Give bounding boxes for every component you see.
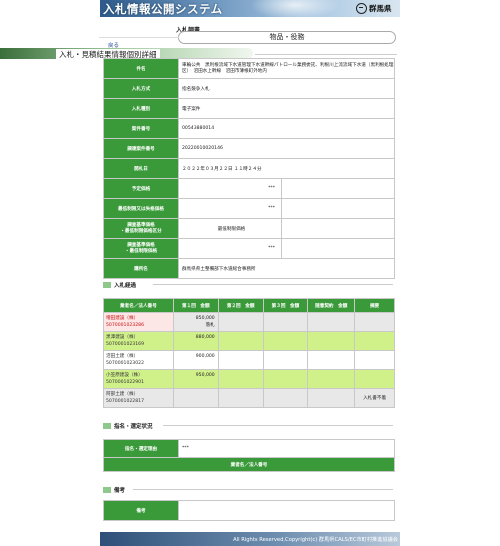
column-header: 第３回 金額 [262, 298, 309, 313]
company-cell: 黒澤建設（株） 5070001023169 [103, 331, 174, 351]
detail-label: 調達案件番号 [103, 138, 179, 159]
table-row: 沼田土建（株） 5070001023022 900,000 [103, 350, 395, 370]
reason-value: *** [178, 439, 395, 458]
remarks-value [178, 500, 395, 521]
company-cell: 沼田土建（株） 5070001023022 [103, 350, 174, 370]
column-header: 随意契約 金額 [307, 298, 356, 313]
remarks-section-heading: 備考 [103, 486, 395, 494]
note-cell: 入札書不着 [354, 388, 395, 408]
column-header: 業者名／法人番号 [103, 298, 174, 313]
detail-label: 調査基準価格 ・最低制限価格 [103, 238, 179, 259]
nomination-table: 指名・選定理由 *** 業者名／法人番号 [103, 439, 395, 472]
prefecture-emblem-icon [356, 3, 367, 14]
remarks-table: 備考 [103, 500, 395, 521]
section-marker-icon [103, 423, 111, 429]
detail-value: 車輪公共 黒利根流域下水道管理下水道幹線パトロール業務委託、利根川上流流域下水道… [178, 58, 395, 79]
detail-label: 件名 [103, 58, 179, 79]
column-header: 第２回 金額 [217, 298, 264, 313]
amount-cell: 880,000 [172, 331, 219, 351]
detail-value: 指名競争入札 [178, 78, 395, 99]
amount-cell [172, 388, 219, 408]
bid-section-heading: 入札経過 [103, 281, 395, 289]
detail-value: ２０２２年０３月２２日 １１時２４分 [178, 158, 395, 179]
detail-label: 購所名 [103, 258, 179, 279]
company-cell: 阿部土建（株） 5070001022817 [103, 388, 174, 408]
prefecture-logo: 群馬県 [356, 2, 400, 15]
reason-label: 指名・選定理由 [103, 439, 179, 458]
detail-label: 最低制限又は失格価格 [103, 198, 179, 219]
detail-label: 案件番号 [103, 118, 179, 139]
company-cell: 増田建設（株） 5070001023286 [103, 312, 174, 332]
detail-value: 群馬県県土整備部下水道総合事務所 [178, 258, 395, 279]
amount-cell: 900,000 [172, 350, 219, 370]
system-title: 入札情報公開システム [103, 2, 223, 16]
detail-value: 電子案件 [178, 98, 395, 119]
detail-value: *** [178, 178, 282, 199]
divider [255, 54, 397, 55]
table-row: 黒澤建設（株） 5070001023169 880,000 [103, 331, 395, 351]
amount-cell: 950,000 [172, 369, 219, 389]
detail-value: *** [178, 238, 282, 259]
section-marker-icon [103, 282, 111, 288]
detail-table: 件名 車輪公共 黒利根流域下水道管理下水道幹線パトロール業務委託、利根川上流流域… [103, 58, 395, 279]
detail-value: 00543880014 [178, 118, 395, 139]
prefecture-name: 群馬県 [369, 4, 392, 13]
column-header: 摘要 [354, 298, 395, 313]
detail-value: 20220010020146 [178, 138, 395, 159]
detail-value: *** [178, 198, 282, 219]
footer: All Rights Reserved,Copyright(c) 群馬県CALS… [100, 532, 400, 546]
detail-value: 最低制限価格 [178, 218, 282, 239]
table-row: 小笠原建設（株） 5070001022901 950,000 [103, 369, 395, 389]
detail-label: 開札日 [103, 158, 179, 179]
table-row: 増田建設（株） 5070001023286 850,000 落札 [103, 312, 395, 332]
detail-label: 入札種別 [103, 98, 179, 119]
company-list-header: 業者名／法人番号 [103, 457, 395, 472]
remarks-label: 備考 [103, 500, 179, 521]
detail-label: 調査基準価格 ・最低制限価格区分 [103, 218, 179, 239]
detail-label: 入札方式 [103, 78, 179, 99]
detail-label: 予定価格 [103, 178, 179, 199]
header-banner: 入札情報公開システム [100, 0, 400, 17]
copyright-text: All Rights Reserved,Copyright(c) 群馬県CALS… [233, 537, 398, 543]
category-badge: 物品・役務 [99, 31, 396, 44]
bid-table: 業者名／法人番号 第１回 金額 第２回 金額 第３回 金額 随意契約 金額 摘要… [103, 298, 395, 408]
company-cell: 小笠原建設（株） 5070001022901 [103, 369, 174, 389]
table-row: 阿部土建（株） 5070001022817 入札書不着 [103, 388, 395, 408]
amount-cell: 850,000 落札 [172, 312, 219, 332]
section-marker-icon [103, 487, 111, 493]
column-header: 第１回 金額 [172, 298, 219, 313]
nomination-section-heading: 指名・選定状況 [103, 422, 395, 430]
